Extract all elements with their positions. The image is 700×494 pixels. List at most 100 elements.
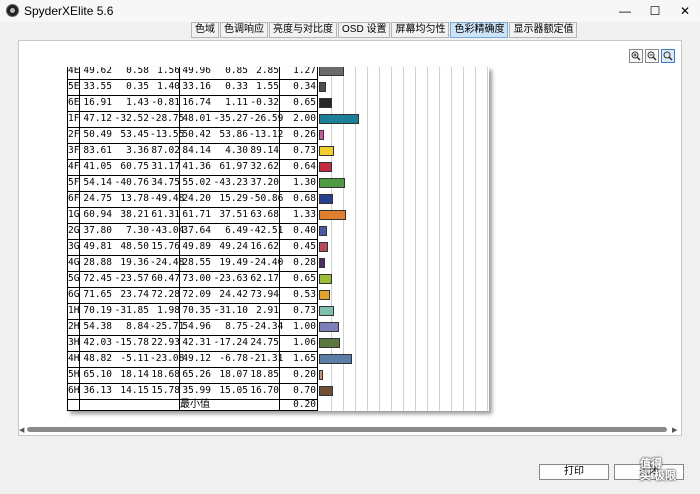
lab-value: -23.57 xyxy=(114,273,149,284)
maximize-button[interactable]: ☐ xyxy=(640,0,670,22)
zoom-fit-icon[interactable] xyxy=(661,49,675,63)
tab-gamut[interactable]: 色域 xyxy=(191,22,219,38)
lab-value: 54.96 xyxy=(182,321,211,332)
lab-value: -24.48 xyxy=(150,257,185,268)
lab-value: 55.02 xyxy=(182,177,211,188)
lab-value: 84.14 xyxy=(182,145,211,156)
patch-id: 5G xyxy=(68,273,80,284)
delta-e-bar xyxy=(319,98,332,108)
lab-value: 60.94 xyxy=(83,209,112,220)
lab-value: 18.68 xyxy=(151,369,180,380)
tab-color-accuracy[interactable]: 色彩精确度 xyxy=(450,22,509,38)
tab-tone-response[interactable]: 色调响应 xyxy=(220,22,268,38)
delta-e-value: 0.53 xyxy=(293,289,316,300)
window-title: SpyderXElite 5.6 xyxy=(24,4,114,18)
delta-e-bar xyxy=(319,306,334,316)
lab-value: -25.71 xyxy=(150,321,185,332)
table-row: 5G 72.45 -23.57 60.47 73.00 -23.63 62.17 0.65 xyxy=(67,271,317,288)
table-row: 6G 71.65 23.74 72.28 72.09 24.42 73.94 0.53 xyxy=(67,287,317,304)
lab-value: 62.17 xyxy=(250,273,279,284)
table-row: 3H 42.03 -15.78 22.93 42.31 -17.24 24.75 1.06 xyxy=(67,335,317,352)
horizontal-scrollbar[interactable]: ◀ ▶ xyxy=(19,424,681,436)
lab-value: -32.52 xyxy=(114,113,149,124)
delta-e-value: 0.73 xyxy=(293,305,316,316)
watermark-line-1: 值得 xyxy=(640,458,662,470)
patch-id: 6E xyxy=(68,97,80,108)
lab-value: 49.62 xyxy=(83,67,112,76)
lab-value: 63.68 xyxy=(250,209,279,220)
lab-value: -42.51 xyxy=(249,225,284,236)
scroll-left-icon[interactable]: ◀ xyxy=(19,426,24,434)
delta-e-bar xyxy=(319,338,340,348)
lab-value: 48.50 xyxy=(120,241,149,252)
lab-value: 24.42 xyxy=(219,289,248,300)
lab-value: 2.85 xyxy=(256,67,279,76)
lab-value: 37.51 xyxy=(219,209,248,220)
lab-value: 7.30 xyxy=(126,225,149,236)
lab-value: 70.19 xyxy=(83,305,112,316)
minimize-button[interactable]: — xyxy=(610,0,640,22)
lab-value: 83.61 xyxy=(83,145,112,156)
tab-screen-uniformity[interactable]: 屏幕均匀性 xyxy=(391,22,450,38)
delta-e-value: 0.26 xyxy=(293,129,316,140)
delta-e-value: 0.65 xyxy=(293,273,316,284)
print-button[interactable]: 打印 xyxy=(539,464,609,480)
lab-value: 48.01 xyxy=(182,113,211,124)
delta-e-bar xyxy=(319,226,327,236)
lab-value: 48.82 xyxy=(83,353,112,364)
table-row: 5F 54.14 -40.76 34.75 55.02 -43.23 37.20 1.30 xyxy=(67,175,317,192)
delta-e-value: 0.20 xyxy=(293,369,316,380)
lab-value: 19.49 xyxy=(219,257,248,268)
lab-value: 54.14 xyxy=(83,177,112,188)
zoom-in-icon[interactable] xyxy=(629,49,643,63)
lab-value: -31.10 xyxy=(213,305,248,316)
table-border xyxy=(317,67,318,411)
horizontal-scroll-thumb[interactable] xyxy=(27,427,667,432)
lab-value: 8.84 xyxy=(126,321,149,332)
delta-e-bar xyxy=(319,67,344,76)
bar-grid-line xyxy=(427,67,428,411)
lab-value: -24.34 xyxy=(249,321,284,332)
table-row: 1G 60.94 38.21 61.31 61.71 37.51 63.68 1.33 xyxy=(67,207,317,224)
lab-value: 0.85 xyxy=(225,67,248,76)
bar-grid-line xyxy=(367,67,368,411)
delta-e-value: 1.00 xyxy=(293,321,316,332)
lab-value: 16.91 xyxy=(83,97,112,108)
summary-row: 最小值 0.20 xyxy=(67,399,489,411)
lab-value: 41.36 xyxy=(182,161,211,172)
lab-value: 1.98 xyxy=(157,305,180,316)
lab-value: 89.14 xyxy=(250,145,279,156)
lab-value: 0.33 xyxy=(225,81,248,92)
tab-display-rating[interactable]: 显示器额定值 xyxy=(509,22,578,38)
delta-e-value: 2.00 xyxy=(293,113,316,124)
lab-value: 1.11 xyxy=(225,97,248,108)
lab-value: 87.02 xyxy=(151,145,180,156)
patch-id: 6G xyxy=(68,289,80,300)
lab-value: 42.03 xyxy=(83,337,112,348)
delta-e-bar xyxy=(319,178,345,188)
lab-value: 41.05 xyxy=(83,161,112,172)
lab-value: -6.78 xyxy=(219,353,248,364)
lab-value: 33.16 xyxy=(182,81,211,92)
patch-id: 2F xyxy=(68,129,80,140)
patch-id: 5H xyxy=(68,369,80,380)
tab-osd-settings[interactable]: OSD 设置 xyxy=(338,22,391,38)
zoom-out-icon[interactable] xyxy=(645,49,659,63)
lab-value: -21.31 xyxy=(249,353,284,364)
delta-e-bar xyxy=(319,146,334,156)
scroll-right-icon[interactable]: ▶ xyxy=(672,426,677,434)
summary-value: 0.20 xyxy=(293,399,316,410)
lab-value: -0.32 xyxy=(250,97,279,108)
lab-value: -5.11 xyxy=(120,353,149,364)
table-row: 2G 37.80 7.30 -43.04 37.64 6.49 -42.51 0.40 xyxy=(67,223,317,240)
tab-brightness-contrast[interactable]: 亮度与对比度 xyxy=(269,22,337,38)
lab-value: 61.71 xyxy=(182,209,211,220)
lab-value: 53.45 xyxy=(120,129,149,140)
patch-id: 1F xyxy=(68,113,80,124)
delta-e-bar xyxy=(319,242,328,252)
close-window-button[interactable]: ✕ xyxy=(670,0,700,22)
patch-id: 3H xyxy=(68,337,80,348)
patch-id: 1G xyxy=(68,209,80,220)
delta-e-bar xyxy=(319,194,333,204)
delta-e-value: 1.65 xyxy=(293,353,316,364)
